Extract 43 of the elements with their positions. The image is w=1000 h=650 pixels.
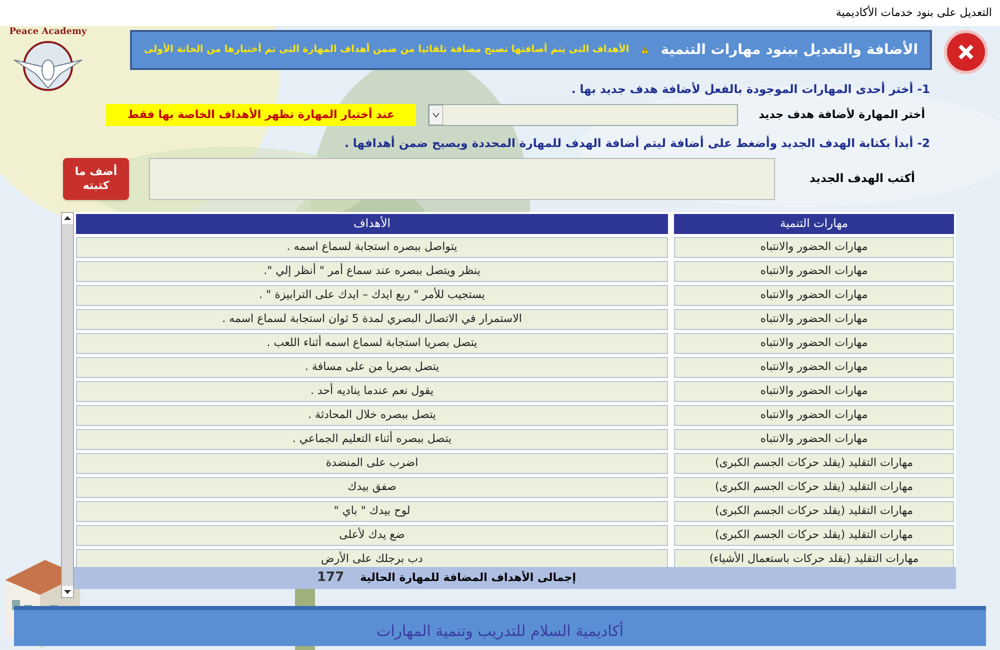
banner-notice: الأهداف التى يتم أضافتها تصبح مضافة تلقائيا من ضمن أهداف المهارة التى تم أختيارها من الخانة الأولى [144,42,630,57]
table-cell: مهارات التقليد (يقلد حركات الجسم الكبرى) [674,501,954,522]
table-cell: مهارات الحضور والانتباه [674,237,954,258]
total-count: 177 [317,569,344,588]
table-cell: يتصل ببصره خلال المحادثة . [76,405,668,426]
table-cell: الاستمرار في الاتصال البصري لمدة 5 ثوان استجابة لسماع اسمه . [76,309,668,330]
logo-text: Peace Academy [9,26,87,39]
table-cell: ينظر ويتصل ببصره عند سماع أمر " أنظر إلي ". [76,261,668,282]
table-cell: مهارات الحضور والانتباه [674,381,954,402]
table-cell: مهارات الحضور والانتباه [674,309,954,330]
hint-label: عند أختيار المهارة تظهر الأهداف الخاصة بها فقط [106,104,416,126]
table-cell: يتواصل ببصره استجابة لسماع اسمه . [76,237,668,258]
field-label: أختر المهارة لأضافة هدف جديد [758,106,925,123]
table-cell: مهارات التقليد (يقلد حركات الجسم الكبرى) [674,453,954,474]
window-title: التعديل على بنود خدمات الأكاديمية [836,4,992,21]
table-cell: مهارات الحضور والانتباه [674,405,954,426]
table-cell: لوح بيدك " باي " [76,501,668,522]
banner-title: الأضافة والتعديل ببنود مهارات التنمية [660,40,918,60]
column-header: مهارات التنمية [674,214,954,234]
table-cell: ضع يدك لأعلى [76,525,668,546]
total-label: إجمالى الأهداف المضافة للمهارة الحالية [360,570,576,586]
table-cell: يتصل بصريا من على مسافة . [76,357,668,378]
table-cell: اضرب على المنضدة [76,453,668,474]
table-cell: مهارات الحضور والانتباه [674,429,954,450]
field-label: أكتب الهدف الجديد [808,170,915,188]
step-instruction: 1- أختر أحدى المهارات الموجودة بالفعل لأضافة هدف جديد بها . [571,82,930,96]
table-cell: يتصل ببصره أثناء التعليم الجماعي . [76,429,668,450]
footer-text: أكاديمية السلام للتدريب وتنمية المهارات [376,620,624,642]
table-cell: مهارات التقليد (يقلد حركات الجسم الكبرى) [674,525,954,546]
table-cell: مهارات التقليد (يقلد حركات باستعمال الأشياء) [674,549,954,567]
table-cell: دب برجلك على الأرض [76,549,668,567]
table-cell: صفق بيدك [76,477,668,498]
table-cell: يتصل بصريا استجابة لسماع اسمه أثناء اللعب . [76,333,668,354]
table-cell: مهارات الحضور والانتباه [674,261,954,282]
table-cell: مهارات التقليد (يقلد حركات الجسم الكبرى) [674,477,954,498]
table-cell: يقول نعم عندما يناديه أحد . [76,381,668,402]
table-cell: مهارات الحضور والانتباه [674,333,954,354]
add-goal-button[interactable]: أضف ما كتبته [63,158,129,200]
table-cell: مهارات الحضور والانتباه [674,357,954,378]
step-instruction: 2- أبدأ بكتابة الهدف الجديد وأضغط على أضافة ليتم أضافة الهدف للمهارة المحددة ويصبح ضمن أهدافها . [344,136,930,150]
table-cell: مهارات الحضور والانتباه [674,285,954,306]
table-cell: يستجيب للأمر " ربع ايدك – ايدك على الترابيزة " . [76,285,668,306]
column-header: الأهداف [76,214,668,234]
